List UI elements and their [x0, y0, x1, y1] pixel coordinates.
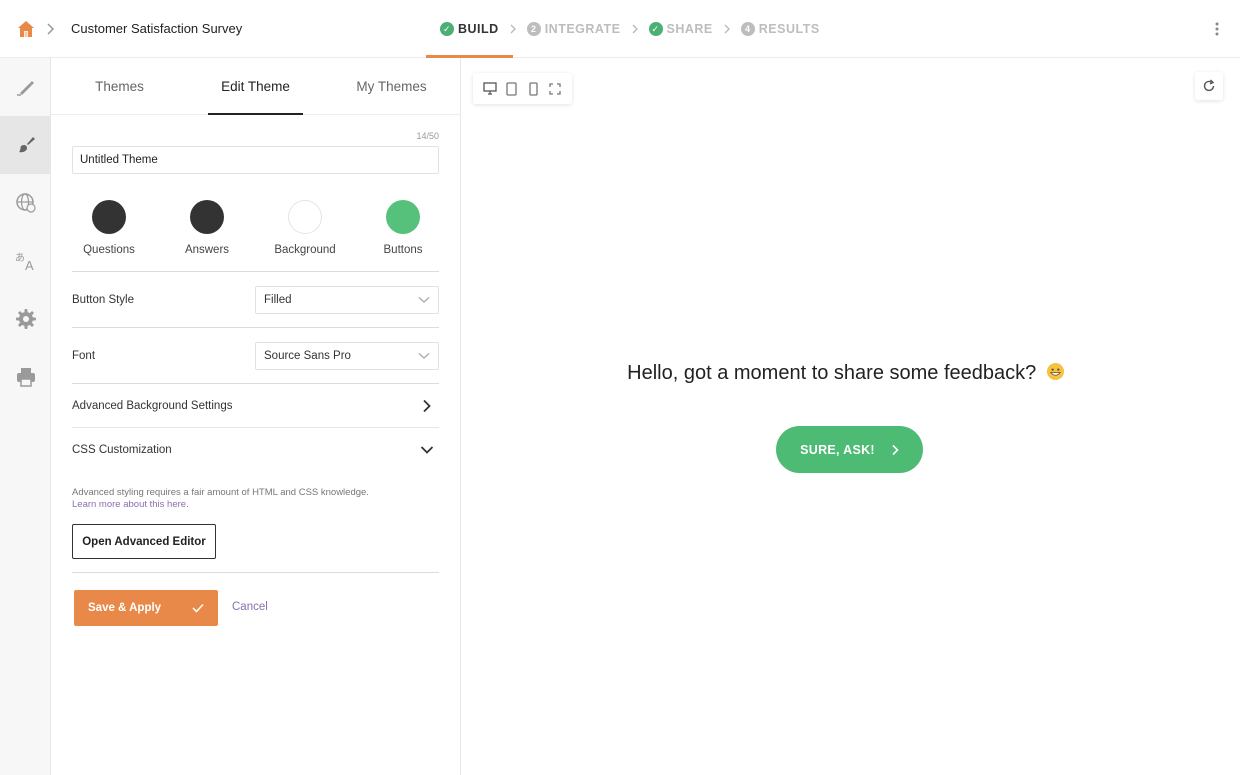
translate-icon: あ A: [15, 252, 34, 272]
advanced-background-toggle[interactable]: Advanced Background Settings: [72, 400, 232, 412]
step-number-badge: 2: [526, 22, 541, 36]
printer-icon: [16, 368, 35, 387]
color-pickers: Questions Answers Background Buttons: [72, 200, 439, 260]
save-apply-label: Save & Apply: [88, 602, 162, 614]
font-label: Font: [72, 350, 96, 362]
chevron-down-icon: [418, 353, 430, 359]
divider: [72, 327, 439, 328]
learn-more-link[interactable]: Learn more about this here.: [72, 499, 189, 510]
step-integrate[interactable]: 2 INTEGRATE: [526, 0, 621, 58]
save-apply-button[interactable]: Save & Apply: [74, 590, 218, 626]
theme-tabs: Themes Edit Theme My Themes: [51, 58, 461, 115]
top-bar: Customer Satisfaction Survey ✓ BUILD 2 I…: [0, 0, 1240, 58]
color-label: Background: [274, 244, 336, 256]
tool-rail: あ A: [0, 58, 51, 775]
mobile-icon[interactable]: [526, 81, 540, 96]
color-picker-questions[interactable]: Questions: [69, 200, 149, 256]
step-label: SHARE: [666, 22, 713, 36]
select-value: Filled: [264, 294, 292, 306]
tab-my-themes[interactable]: My Themes: [344, 58, 439, 115]
char-counter: 14/50: [416, 131, 439, 141]
divider: [72, 383, 439, 384]
color-swatch: [288, 200, 322, 234]
rail-item-language[interactable]: [0, 174, 51, 232]
rail-item-build[interactable]: [0, 58, 51, 116]
check-circle-icon: ✓: [648, 22, 663, 36]
home-icon[interactable]: [16, 19, 36, 39]
svg-text:A: A: [25, 258, 34, 272]
chevron-down-icon[interactable]: [420, 443, 434, 457]
step-navigation: ✓ BUILD 2 INTEGRATE ✓ SHARE 4 RESULTS: [426, 0, 820, 58]
theme-panel: Themes Edit Theme My Themes 14/50 Questi…: [51, 58, 461, 775]
check-icon: [192, 603, 204, 613]
fullscreen-icon[interactable]: [548, 82, 562, 96]
color-swatch: [190, 200, 224, 234]
paintbrush-icon: [18, 137, 35, 153]
button-style-select[interactable]: Filled: [255, 286, 439, 314]
button-style-label: Button Style: [72, 294, 135, 306]
divider: [72, 271, 439, 272]
question-text: Hello, got a moment to share some feedba…: [627, 362, 1037, 384]
refresh-icon: [1203, 79, 1215, 92]
kebab-icon[interactable]: [1212, 20, 1222, 38]
cancel-link[interactable]: Cancel: [232, 601, 268, 613]
tab-themes[interactable]: Themes: [72, 58, 167, 115]
chevron-right-icon[interactable]: [420, 399, 434, 413]
color-swatch: [92, 200, 126, 234]
color-picker-buttons[interactable]: Buttons: [363, 200, 443, 256]
color-label: Buttons: [383, 244, 423, 256]
step-label: RESULTS: [758, 22, 820, 36]
step-build[interactable]: ✓ BUILD: [426, 0, 513, 58]
color-label: Questions: [83, 244, 135, 256]
chevron-right-icon: [47, 23, 55, 35]
rail-item-translate[interactable]: あ A: [0, 232, 51, 290]
css-help-text: Advanced styling requires a fair amount …: [72, 487, 369, 498]
color-label: Answers: [184, 244, 230, 256]
divider: [72, 572, 439, 573]
survey-title[interactable]: Customer Satisfaction Survey: [71, 21, 242, 36]
svg-text:あ: あ: [15, 252, 25, 264]
rail-item-print[interactable]: [0, 348, 51, 406]
color-picker-background[interactable]: Background: [265, 200, 345, 256]
step-results[interactable]: 4 RESULTS: [740, 0, 820, 58]
gear-icon: [15, 309, 36, 329]
step-label: INTEGRATE: [544, 22, 621, 36]
css-customization-toggle[interactable]: CSS Customization: [72, 444, 172, 456]
chevron-right-icon: [719, 0, 735, 58]
check-circle-icon: ✓: [440, 22, 454, 36]
divider: [72, 427, 439, 428]
step-share[interactable]: ✓ SHARE: [648, 0, 713, 58]
chevron-right-icon: [892, 444, 899, 455]
cta-label: SURE, ASK!: [800, 442, 875, 457]
step-label: BUILD: [458, 22, 499, 36]
device-switcher: [473, 73, 572, 104]
desktop-icon[interactable]: [483, 82, 497, 96]
color-picker-answers[interactable]: Answers: [167, 200, 247, 256]
survey-question: Hello, got a moment to share some feedba…: [581, 362, 1111, 385]
tablet-icon[interactable]: [505, 81, 519, 96]
open-advanced-editor-button[interactable]: Open Advanced Editor: [72, 524, 216, 559]
pen-icon: [16, 81, 34, 96]
step-number-badge: 4: [740, 22, 755, 36]
rail-item-design[interactable]: [0, 116, 51, 174]
chevron-down-icon: [418, 297, 430, 303]
select-value: Source Sans Pro: [264, 350, 351, 362]
sure-ask-button[interactable]: SURE, ASK!: [776, 426, 923, 473]
tab-edit-theme[interactable]: Edit Theme: [208, 58, 303, 115]
grinning-emoji-icon: [1046, 362, 1064, 381]
globe-icon: [15, 193, 36, 213]
chevron-right-icon: [505, 0, 521, 58]
color-swatch: [386, 200, 420, 234]
refresh-preview-button[interactable]: [1195, 72, 1223, 100]
theme-name-input[interactable]: [72, 146, 439, 174]
chevron-right-icon: [627, 0, 643, 58]
survey-preview: Hello, got a moment to share some feedba…: [461, 58, 1240, 775]
font-select[interactable]: Source Sans Pro: [255, 342, 439, 370]
rail-item-settings[interactable]: [0, 290, 51, 348]
